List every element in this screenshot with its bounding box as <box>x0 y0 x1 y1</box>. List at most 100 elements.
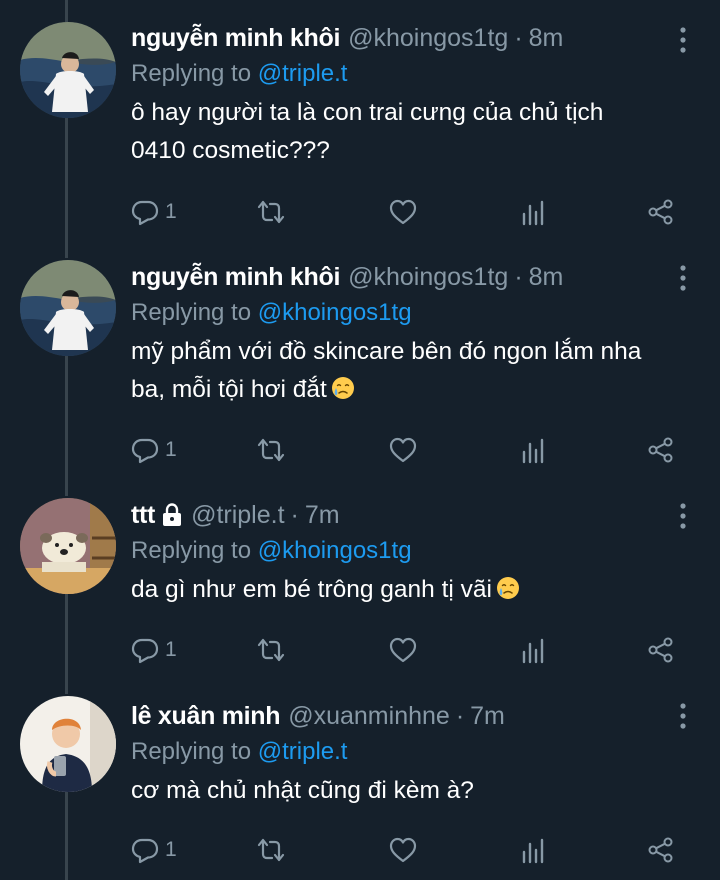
timestamp[interactable]: 8m <box>529 263 564 292</box>
tweet-text: da gì như em bé trông ganh tị vãi <box>131 576 492 603</box>
display-name[interactable]: lê xuân minh <box>131 702 281 731</box>
avatar[interactable] <box>20 696 116 792</box>
share-icon <box>648 837 673 863</box>
reply-count: 1 <box>165 838 177 861</box>
replying-to-label: Replying to <box>131 537 252 564</box>
tweet[interactable]: lê xuân minh @xuanminhne · 7m Replying t… <box>0 676 720 880</box>
reply-icon <box>131 838 159 864</box>
reply-count: 1 <box>165 438 177 461</box>
separator-dot: · <box>455 701 465 730</box>
retweet-button[interactable] <box>257 830 285 870</box>
tweet-header: ttt @triple.t · 7m <box>131 497 670 533</box>
reply-icon <box>131 638 159 664</box>
share-button[interactable] <box>647 192 675 232</box>
tweet-text-block: da gì như em bé trông ganh tị vãi <box>131 571 670 609</box>
tweet-header: nguyễn minh khôi @khoingos1tg · 8m <box>131 20 670 56</box>
timestamp[interactable]: 7m <box>470 702 505 731</box>
share-icon <box>648 637 673 663</box>
replying-to-label: Replying to <box>131 738 252 765</box>
tweet-text: ô hay người ta là con trai cưng của chủ … <box>131 99 604 164</box>
share-icon <box>648 437 673 463</box>
tweet-actions: 1 <box>131 430 691 470</box>
display-name[interactable]: nguyễn minh khôi <box>131 24 340 53</box>
tweet-actions: 1 <box>131 830 691 870</box>
like-button[interactable] <box>389 192 417 232</box>
share-icon <box>648 199 673 225</box>
heart-icon <box>389 837 417 863</box>
replying-to-mention[interactable]: @triple.t <box>258 60 348 87</box>
analytics-icon <box>522 438 544 464</box>
more-vertical-icon[interactable] <box>678 702 688 730</box>
analytics-icon <box>522 638 544 664</box>
reply-icon <box>131 438 159 464</box>
retweet-button[interactable] <box>257 192 285 232</box>
replying-to-label: Replying to <box>131 60 252 87</box>
replying-to-line: Replying to @khoingos1tg <box>131 295 670 331</box>
crying-face-emoji <box>496 574 520 599</box>
tweet[interactable]: nguyễn minh khôi @khoingos1tg · 8m Reply… <box>0 0 720 240</box>
crying-face-emoji <box>331 374 355 399</box>
tweet-actions: 1 <box>131 630 691 670</box>
retweet-button[interactable] <box>257 430 285 470</box>
reply-button[interactable]: 1 <box>131 830 177 870</box>
reply-button[interactable]: 1 <box>131 630 177 670</box>
replying-to-mention[interactable]: @khoingos1tg <box>258 299 412 326</box>
share-button[interactable] <box>647 430 675 470</box>
analytics-icon <box>522 838 544 864</box>
retweet-icon <box>257 638 285 662</box>
analytics-icon <box>522 200 544 226</box>
user-handle[interactable]: @khoingos1tg <box>348 263 508 292</box>
avatar[interactable] <box>20 22 116 118</box>
tweet-header: lê xuân minh @xuanminhne · 7m <box>131 698 670 734</box>
replying-to-label: Replying to <box>131 299 252 326</box>
tweet-text-block: mỹ phẩm với đồ skincare bên đó ngon lắm … <box>131 333 670 409</box>
retweet-icon <box>257 200 285 224</box>
user-handle[interactable]: @khoingos1tg <box>348 24 508 53</box>
reply-count: 1 <box>165 200 177 223</box>
replying-to-line: Replying to @khoingos1tg <box>131 533 670 569</box>
reply-button[interactable]: 1 <box>131 192 177 232</box>
share-button[interactable] <box>647 630 675 670</box>
separator-dot: · <box>514 262 523 291</box>
views-button[interactable] <box>519 830 547 870</box>
views-button[interactable] <box>519 630 547 670</box>
tweet-text: mỹ phẩm với đồ skincare bên đó ngon lắm … <box>131 338 642 403</box>
views-button[interactable] <box>519 430 547 470</box>
share-button[interactable] <box>647 830 675 870</box>
timestamp[interactable]: 7m <box>305 501 340 530</box>
more-vertical-icon[interactable] <box>678 26 688 54</box>
tweet-text: cơ mà chủ nhật cũng đi kèm à? <box>131 777 474 804</box>
replying-to-line: Replying to @triple.t <box>131 56 670 92</box>
replying-to-line: Replying to @triple.t <box>131 734 670 770</box>
tweet-actions: 1 <box>131 192 691 232</box>
avatar[interactable] <box>20 498 116 594</box>
reply-icon <box>131 200 159 226</box>
tweet-header: nguyễn minh khôi @khoingos1tg · 8m <box>131 259 670 295</box>
like-button[interactable] <box>389 630 417 670</box>
more-vertical-icon[interactable] <box>678 502 688 530</box>
like-button[interactable] <box>389 430 417 470</box>
separator-dot: · <box>290 500 299 529</box>
user-handle[interactable]: @xuanminhne <box>288 702 450 731</box>
avatar[interactable] <box>20 260 116 356</box>
display-name[interactable]: ttt <box>131 501 155 530</box>
tweet[interactable]: ttt @triple.t · 7m Replying to @khoingos… <box>0 478 720 676</box>
more-vertical-icon[interactable] <box>678 264 688 292</box>
reply-thread: nguyễn minh khôi @khoingos1tg · 8m Reply… <box>0 0 720 880</box>
like-button[interactable] <box>389 830 417 870</box>
lock-icon <box>161 503 183 527</box>
replying-to-mention[interactable]: @triple.t <box>258 738 348 765</box>
reply-button[interactable]: 1 <box>131 430 177 470</box>
timestamp[interactable]: 8m <box>529 24 564 53</box>
display-name[interactable]: nguyễn minh khôi <box>131 263 340 292</box>
reply-count: 1 <box>165 638 177 661</box>
retweet-button[interactable] <box>257 630 285 670</box>
user-handle[interactable]: @triple.t <box>191 501 284 530</box>
retweet-icon <box>257 438 285 462</box>
heart-icon <box>389 637 417 663</box>
separator-dot: · <box>514 23 523 52</box>
heart-icon <box>389 437 417 463</box>
tweet[interactable]: nguyễn minh khôi @khoingos1tg · 8m Reply… <box>0 240 720 478</box>
views-button[interactable] <box>519 192 547 232</box>
replying-to-mention[interactable]: @khoingos1tg <box>258 537 412 564</box>
